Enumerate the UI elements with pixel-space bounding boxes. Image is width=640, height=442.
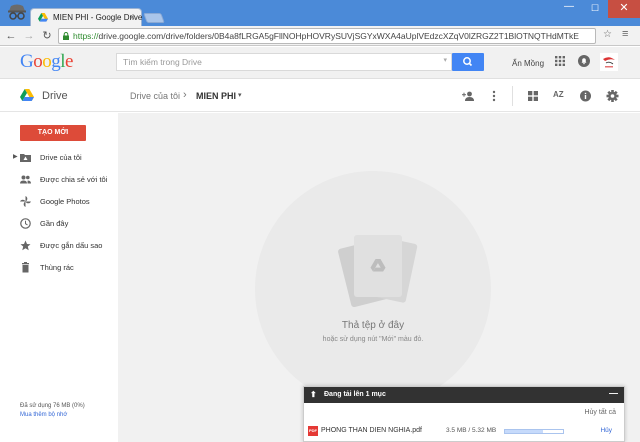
minimize-panel-button[interactable]: — — [609, 385, 618, 401]
lock-icon — [63, 32, 69, 40]
upload-file-size: 3.5 MB / 5.32 MB — [446, 427, 497, 434]
header-divider — [512, 86, 513, 106]
google-logo[interactable]: Google — [20, 51, 73, 73]
search-icon — [463, 57, 473, 67]
upload-arrow-icon: ⬆ — [310, 390, 317, 399]
more-options-icon[interactable] — [491, 89, 497, 103]
browser-menu-icon[interactable]: ≡ — [622, 28, 628, 40]
search-options-icon[interactable]: ▾ — [443, 56, 447, 64]
breadcrumb-my-drive[interactable]: Drive của tôi — [130, 91, 180, 101]
share-add-person-icon[interactable] — [461, 89, 475, 103]
breadcrumb-current-folder[interactable]: MIEN PHI — [196, 91, 236, 101]
window-minimize-button[interactable]: — — [556, 0, 582, 18]
sidebar-item-recent[interactable]: Gần đây — [0, 215, 118, 233]
drive-header: Drive Drive của tôi › MIEN PHI ▾ AZ — [0, 80, 640, 112]
drop-subtitle: hoặc sử dụng nút "Mới" màu đỏ. — [322, 336, 424, 343]
new-tab-button[interactable] — [143, 13, 165, 23]
google-bar: Google Tìm kiếm trong Drive ▾ Ẩn Mồng — [0, 47, 640, 79]
sidebar-item-shared[interactable]: Được chia sẻ với tôi — [0, 171, 118, 189]
breadcrumb-separator-icon: › — [183, 89, 187, 101]
info-icon[interactable] — [579, 89, 592, 103]
tab-close-icon[interactable]: × — [130, 12, 135, 22]
drop-title: Thả tệp ở đây — [341, 320, 405, 331]
account-avatar[interactable] — [600, 53, 618, 71]
url-text: drive.google.com/drive/folders/0B4a8fLRG… — [98, 31, 579, 41]
grid-view-icon[interactable] — [527, 89, 539, 103]
drive-favicon-icon — [38, 13, 48, 22]
notifications-bell-icon[interactable] — [578, 55, 590, 67]
upload-file-name: PHONG THAN DIEN NGHIA.pdf — [321, 427, 423, 434]
address-bar[interactable]: https://drive.google.com/drive/folders/0… — [58, 28, 596, 44]
drive-app-name[interactable]: Drive — [42, 90, 68, 102]
upload-file-row: PDF PHONG THAN DIEN NGHIA.pdf 3.5 MB / 5… — [304, 423, 624, 441]
upload-progress-fill — [505, 430, 544, 433]
browser-tab[interactable]: MIEN PHI - Google Drive × — [30, 8, 142, 26]
back-button[interactable]: ← — [4, 29, 18, 43]
search-placeholder: Tìm kiếm trong Drive — [123, 57, 202, 67]
upload-panel: ⬆ Đang tải lên 1 mục — Hủy tất cả PDF PH… — [303, 386, 625, 442]
incognito-icon — [8, 4, 26, 20]
sidebar-item-starred[interactable]: Được gắn dấu sao — [0, 237, 118, 255]
shared-icon — [20, 175, 31, 184]
cancel-upload-button[interactable]: Hủy — [600, 427, 612, 434]
upload-panel-header[interactable]: ⬆ Đang tải lên 1 mục — — [304, 387, 624, 403]
new-button[interactable]: TẠO MỚI — [20, 125, 86, 141]
browser-titlebar: MIEN PHI - Google Drive × — ☐ ✕ — [0, 0, 640, 26]
drive-logo-icon[interactable] — [20, 89, 34, 101]
sidebar-item-photos[interactable]: Google Photos — [0, 193, 118, 211]
sidebar-item-my-drive[interactable]: ▶ Drive của tôi — [0, 149, 118, 167]
sidebar-item-label: Được gắn dấu sao — [40, 241, 103, 250]
folder-menu-caret-icon[interactable]: ▾ — [238, 91, 242, 99]
my-drive-icon — [20, 154, 31, 162]
search-input[interactable]: Tìm kiếm trong Drive ▾ — [116, 53, 452, 71]
window-maximize-button[interactable]: ☐ — [582, 0, 608, 18]
reload-button[interactable]: ↻ — [40, 29, 54, 43]
star-icon — [20, 240, 31, 251]
storage-usage-text: Đã sử dụng 76 MB (0%) — [20, 403, 85, 409]
sidebar: TẠO MỚI ▶ Drive của tôi Được chia sẻ với… — [0, 113, 118, 442]
trash-icon — [22, 262, 29, 273]
sidebar-item-label: Được chia sẻ với tôi — [40, 175, 108, 184]
photos-icon — [20, 196, 31, 207]
settings-gear-icon[interactable] — [606, 89, 619, 103]
buy-storage-link[interactable]: Mua thêm bộ nhớ — [20, 412, 67, 418]
url-scheme: https:// — [73, 31, 99, 41]
empty-folder-illustration-icon — [338, 235, 418, 308]
clock-icon — [20, 218, 31, 229]
sidebar-item-label: Google Photos — [40, 197, 90, 206]
sidebar-item-trash[interactable]: Thùng rác — [0, 259, 118, 277]
browser-toolbar: ← → ↻ https://drive.google.com/drive/fol… — [0, 26, 640, 46]
bookmark-star-icon[interactable]: ☆ — [603, 29, 612, 40]
expand-arrow-icon[interactable]: ▶ — [13, 153, 18, 160]
sidebar-item-label: Thùng rác — [40, 263, 74, 272]
sort-az-button[interactable]: AZ — [553, 90, 564, 104]
window-close-button[interactable]: ✕ — [608, 0, 640, 18]
user-name[interactable]: Ẩn Mồng — [512, 59, 544, 68]
apps-grid-icon[interactable] — [555, 56, 565, 66]
search-button[interactable] — [452, 53, 484, 71]
upload-panel-title: Đang tải lên 1 mục — [324, 391, 386, 398]
pdf-file-icon: PDF — [308, 426, 318, 436]
upload-progress-bar — [504, 429, 564, 434]
forward-button[interactable]: → — [22, 29, 36, 43]
sidebar-item-label: Drive của tôi — [40, 153, 82, 162]
cancel-all-button[interactable]: Hủy tất cả — [584, 409, 616, 416]
sidebar-item-label: Gần đây — [40, 219, 69, 228]
